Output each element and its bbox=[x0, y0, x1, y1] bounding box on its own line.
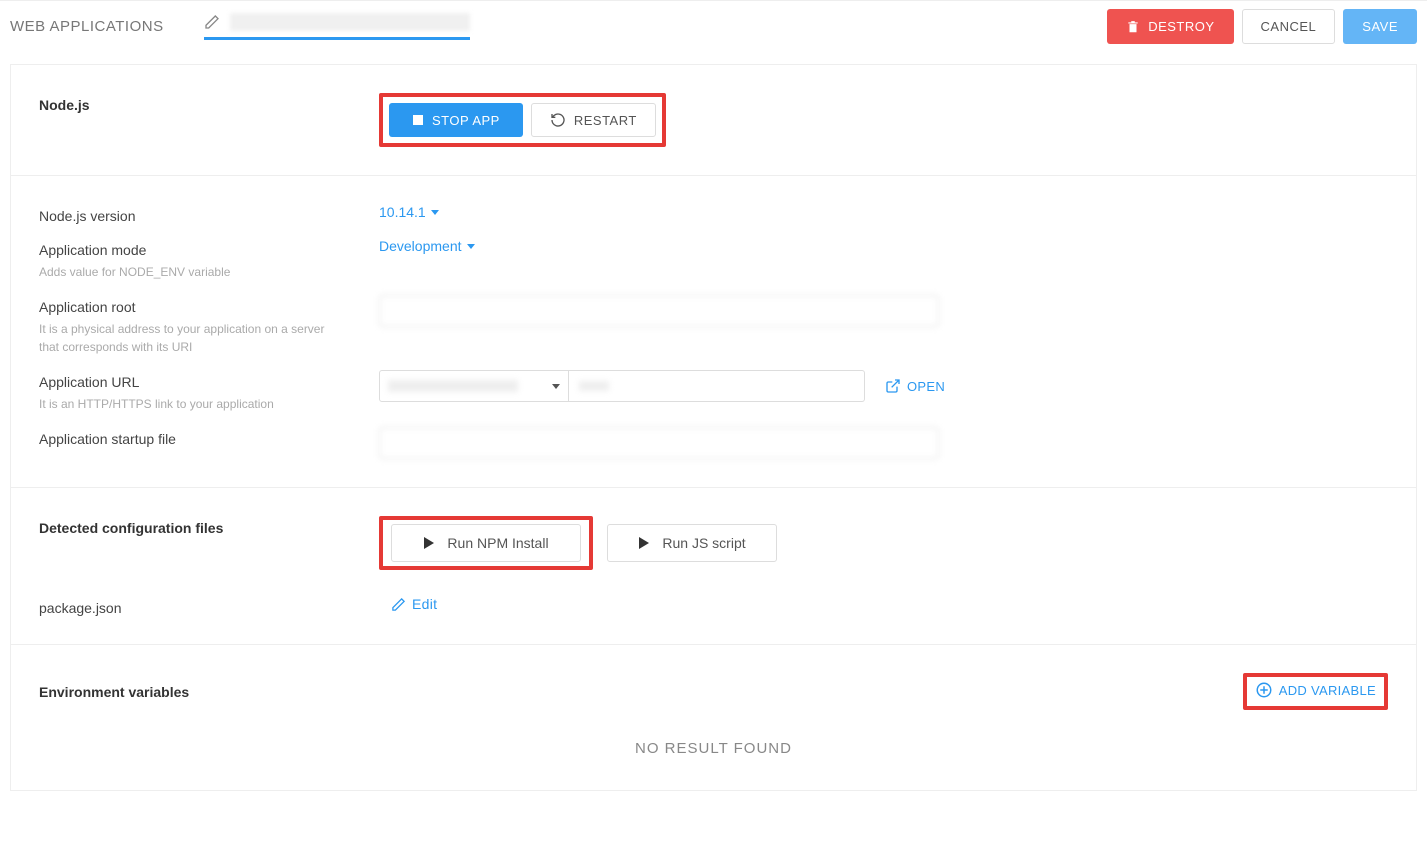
section-config: Node.js version 10.14.1 Application mode… bbox=[11, 176, 1416, 488]
app-mode-select[interactable]: Development bbox=[379, 238, 475, 254]
stop-icon bbox=[412, 114, 424, 126]
restart-icon bbox=[550, 112, 566, 128]
add-variable-button[interactable]: ADD VARIABLE bbox=[1255, 681, 1376, 699]
detected-files-heading: Detected configuration files bbox=[39, 520, 379, 536]
highlight-add-variable: ADD VARIABLE bbox=[1243, 673, 1388, 710]
top-actions: DESTROY CANCEL SAVE bbox=[1107, 9, 1417, 44]
caret-down-icon bbox=[431, 210, 439, 215]
destroy-button[interactable]: DESTROY bbox=[1107, 9, 1233, 44]
top-bar: WEB APPLICATIONS DESTROY CANCEL SAVE bbox=[0, 0, 1427, 44]
env-vars-heading: Environment variables bbox=[39, 684, 189, 700]
open-url-link[interactable]: OPEN bbox=[885, 378, 945, 394]
add-variable-label: ADD VARIABLE bbox=[1279, 683, 1376, 698]
package-json-label: package.json bbox=[39, 600, 379, 616]
app-mode-help: Adds value for NODE_ENV variable bbox=[39, 263, 339, 281]
section-detected-files: Detected configuration files Run NPM Ins… bbox=[11, 488, 1416, 645]
startup-file-input[interactable] bbox=[379, 427, 939, 459]
app-url-help: It is an HTTP/HTTPS link to your applica… bbox=[39, 395, 339, 413]
edit-file-link[interactable]: Edit bbox=[391, 596, 437, 612]
play-icon bbox=[638, 536, 650, 550]
app-url-label: Application URL bbox=[39, 374, 379, 390]
external-link-icon bbox=[885, 378, 901, 394]
highlight-app-controls: STOP APP RESTART bbox=[379, 93, 666, 147]
app-url-domain-value bbox=[388, 380, 518, 392]
app-mode-value: Development bbox=[379, 238, 462, 254]
app-url-path-value bbox=[579, 381, 609, 391]
edit-icon bbox=[204, 14, 220, 30]
runtime-label: Node.js bbox=[39, 97, 379, 113]
run-npm-install-label: Run NPM Install bbox=[447, 535, 548, 551]
env-empty-message: NO RESULT FOUND bbox=[39, 710, 1388, 762]
startup-file-label: Application startup file bbox=[39, 431, 379, 447]
stop-app-button[interactable]: STOP APP bbox=[389, 103, 523, 137]
save-button[interactable]: SAVE bbox=[1343, 9, 1417, 44]
plus-circle-icon bbox=[1255, 681, 1273, 699]
run-js-script-button[interactable]: Run JS script bbox=[607, 524, 777, 562]
restart-label: RESTART bbox=[574, 113, 637, 128]
app-root-label: Application root bbox=[39, 299, 379, 315]
run-js-script-label: Run JS script bbox=[662, 535, 745, 551]
app-mode-label: Application mode bbox=[39, 242, 379, 258]
section-env-vars: Environment variables ADD VARIABLE NO RE… bbox=[11, 645, 1416, 790]
app-root-input[interactable] bbox=[379, 295, 939, 327]
app-name-tab[interactable] bbox=[204, 13, 470, 40]
destroy-label: DESTROY bbox=[1148, 19, 1214, 34]
stop-app-label: STOP APP bbox=[432, 113, 500, 128]
trash-icon bbox=[1126, 20, 1140, 34]
cancel-button[interactable]: CANCEL bbox=[1242, 9, 1336, 44]
run-npm-install-button[interactable]: Run NPM Install bbox=[391, 524, 581, 562]
page-title: WEB APPLICATIONS bbox=[10, 18, 164, 35]
play-icon bbox=[423, 536, 435, 550]
save-label: SAVE bbox=[1362, 19, 1398, 34]
nodejs-version-label: Node.js version bbox=[39, 208, 379, 224]
cancel-label: CANCEL bbox=[1261, 19, 1317, 34]
edit-file-label: Edit bbox=[412, 596, 437, 612]
app-url-path-input[interactable] bbox=[569, 370, 865, 402]
app-url-domain-select[interactable] bbox=[379, 370, 569, 402]
nodejs-version-value: 10.14.1 bbox=[379, 204, 426, 220]
caret-down-icon bbox=[467, 244, 475, 249]
open-url-label: OPEN bbox=[907, 379, 945, 394]
app-name-text bbox=[230, 13, 470, 31]
section-runtime: Node.js STOP APP RESTART bbox=[11, 65, 1416, 176]
app-root-help: It is a physical address to your applica… bbox=[39, 320, 339, 356]
caret-down-icon bbox=[552, 384, 560, 389]
highlight-npm-install: Run NPM Install bbox=[379, 516, 593, 570]
nodejs-version-select[interactable]: 10.14.1 bbox=[379, 204, 439, 220]
edit-icon bbox=[391, 597, 406, 612]
restart-button[interactable]: RESTART bbox=[531, 103, 656, 137]
main-panel: Node.js STOP APP RESTART Node.js bbox=[10, 64, 1417, 791]
